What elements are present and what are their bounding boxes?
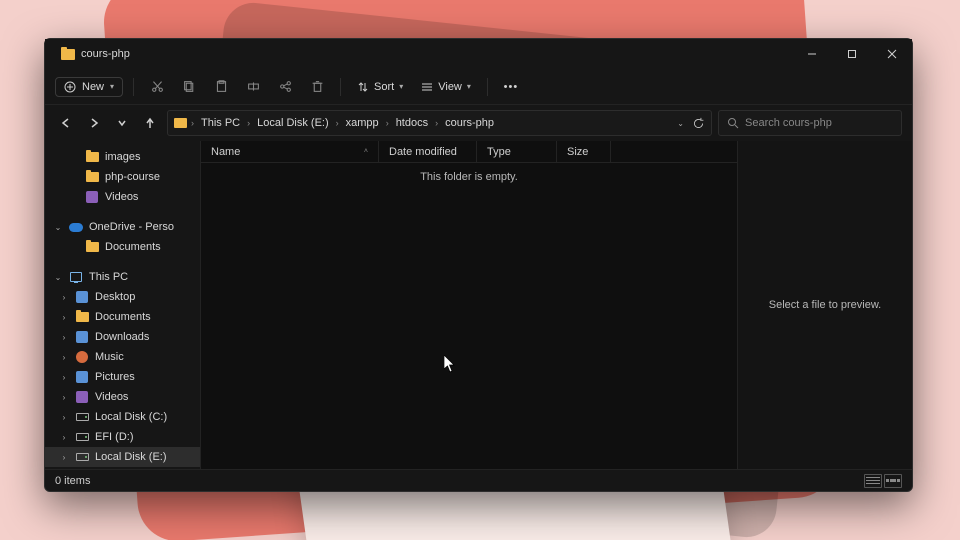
window-controls [792,39,912,69]
preview-placeholder: Select a file to preview. [769,299,882,311]
sidebar-item-documents[interactable]: ›Documents [45,307,200,327]
address-bar[interactable]: › This PC › Local Disk (E:) › xampp › ht… [167,110,712,136]
sidebar-item-drive-e[interactable]: ›Local Disk (E:) [45,447,200,467]
chevron-right-icon: › [433,118,440,128]
status-bar: 0 items [45,469,912,491]
sidebar-item-desktop[interactable]: ›Desktop [45,287,200,307]
sidebar-item-drive-d[interactable]: ›EFI (D:) [45,427,200,447]
breadcrumb-segment[interactable]: This PC [198,117,243,129]
navigation-row: › This PC › Local Disk (E:) › xampp › ht… [45,105,912,141]
sort-label: Sort [374,81,394,93]
sidebar-item-videos-pc[interactable]: ›Videos [45,387,200,407]
column-name[interactable]: Name˄ [201,141,379,162]
chevron-down-icon: ▾ [110,82,114,91]
minimize-button[interactable] [792,39,832,69]
explorer-window: cours-php New ▾ Sor [44,38,913,492]
chevron-right-icon: › [245,118,252,128]
sidebar-item-music[interactable]: ›Music [45,347,200,367]
search-input[interactable]: Search cours-php [718,110,902,136]
search-placeholder: Search cours-php [745,117,832,129]
close-button[interactable] [872,39,912,69]
preview-pane: Select a file to preview. [737,141,912,469]
chevron-down-icon[interactable]: ⌄ [677,119,684,128]
search-icon [727,117,739,129]
window-tab[interactable]: cours-php [51,44,140,64]
back-button[interactable] [55,112,77,134]
status-text: 0 items [55,475,90,487]
refresh-icon[interactable] [692,117,705,130]
cut-button[interactable] [144,74,170,100]
recent-button[interactable] [111,112,133,134]
delete-button[interactable] [304,74,330,100]
breadcrumb-segment[interactable]: cours-php [442,117,497,129]
empty-folder-message: This folder is empty. [201,163,737,191]
sidebar-item-downloads[interactable]: ›Downloads [45,327,200,347]
folder-icon [61,49,75,60]
column-size[interactable]: Size [557,141,611,162]
maximize-button[interactable] [832,39,872,69]
share-button[interactable] [272,74,298,100]
sidebar-item-php-course[interactable]: php-course [45,167,200,187]
sort-indicator-icon: ˄ [364,148,368,155]
paste-button[interactable] [208,74,234,100]
breadcrumb-segment[interactable]: xampp [343,117,382,129]
toolbar: New ▾ Sort ▾ View ▾ ••• [45,69,912,105]
sidebar-item-drive-c[interactable]: ›Local Disk (C:) [45,407,200,427]
sort-button[interactable]: Sort ▾ [351,81,409,93]
breadcrumb-segment[interactable]: htdocs [393,117,431,129]
sidebar-item-images[interactable]: images [45,147,200,167]
view-toggles [864,474,902,488]
more-button[interactable]: ••• [498,74,524,100]
column-date[interactable]: Date modified [379,141,477,162]
sidebar-item-onedrive-documents[interactable]: Documents [45,237,200,257]
content-area: Name˄ Date modified Type Size This folde… [201,141,737,469]
sidebar-item-this-pc[interactable]: ⌄This PC [45,267,200,287]
folder-icon [174,118,187,128]
sidebar-item-onedrive[interactable]: ⌄OneDrive - Perso [45,217,200,237]
new-button[interactable]: New ▾ [55,77,123,97]
thumbnails-view-button[interactable] [884,474,902,488]
column-headers: Name˄ Date modified Type Size [201,141,737,163]
view-button[interactable]: View ▾ [415,81,477,93]
new-label: New [82,81,104,93]
breadcrumb-segment[interactable]: Local Disk (E:) [254,117,332,129]
up-button[interactable] [139,112,161,134]
window-title: cours-php [81,48,130,60]
chevron-down-icon: ▾ [467,82,471,91]
chevron-right-icon: › [384,118,391,128]
copy-button[interactable] [176,74,202,100]
titlebar: cours-php [45,39,912,69]
chevron-right-icon: › [334,118,341,128]
view-label: View [438,81,462,93]
sidebar-item-pictures[interactable]: ›Pictures [45,367,200,387]
sidebar-item-videos[interactable]: Videos [45,187,200,207]
column-type[interactable]: Type [477,141,557,162]
chevron-down-icon: ▾ [399,82,403,91]
details-view-button[interactable] [864,474,882,488]
chevron-right-icon: › [189,118,196,128]
body: images php-course Videos ⌄OneDrive - Per… [45,141,912,469]
rename-button[interactable] [240,74,266,100]
forward-button[interactable] [83,112,105,134]
sidebar: images php-course Videos ⌄OneDrive - Per… [45,141,201,469]
